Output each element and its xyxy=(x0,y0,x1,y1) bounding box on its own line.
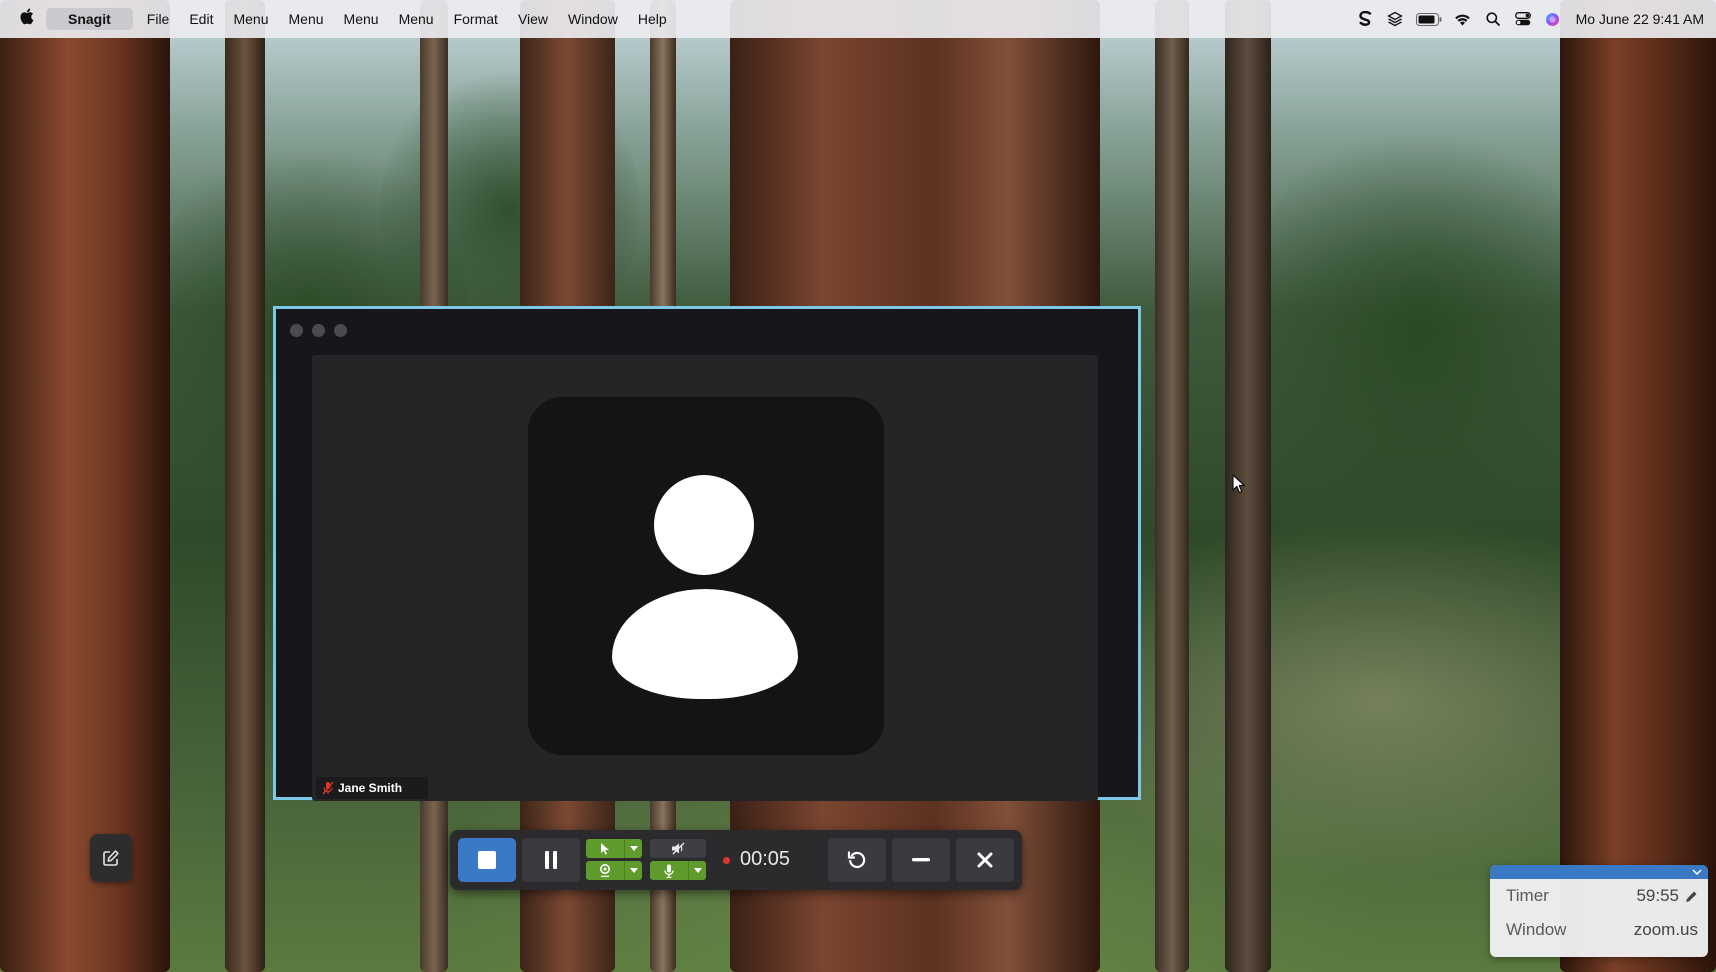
restart-recording-button[interactable] xyxy=(828,838,886,882)
wifi-icon[interactable] xyxy=(1448,13,1478,26)
battery-icon[interactable] xyxy=(1410,12,1448,26)
mic-muted-icon xyxy=(322,781,334,795)
chevron-down-icon xyxy=(629,868,638,873)
menu-generic-4[interactable]: Menu xyxy=(389,8,444,30)
participant-avatar-tile xyxy=(528,397,884,755)
menu-window[interactable]: Window xyxy=(558,8,628,30)
avatar-head xyxy=(654,475,754,575)
webcam-icon xyxy=(600,864,610,877)
microphone-toggle[interactable] xyxy=(650,861,706,880)
timer-label: Timer xyxy=(1506,886,1549,905)
cursor-options-dropdown[interactable] xyxy=(624,839,642,858)
pause-icon xyxy=(545,851,557,869)
menu-file[interactable]: File xyxy=(137,8,180,30)
chevron-down-icon xyxy=(629,846,638,851)
close-icon xyxy=(977,852,993,868)
search-icon[interactable] xyxy=(1478,12,1508,26)
system-audio-muted-icon xyxy=(672,842,685,855)
menu-generic-2[interactable]: Menu xyxy=(279,8,334,30)
stop-recording-button[interactable] xyxy=(458,838,516,882)
minus-icon xyxy=(912,858,930,862)
timer-widget-header[interactable] xyxy=(1490,865,1708,879)
video-pane: Jane Smith xyxy=(312,355,1098,801)
system-audio-toggle[interactable] xyxy=(650,839,706,858)
chevron-down-icon xyxy=(693,868,702,873)
microphone-options-dropdown[interactable] xyxy=(688,861,706,880)
menu-bar: Snagit File Edit Menu Menu Menu Menu For… xyxy=(0,0,1716,38)
recording-selection-frame: Jane Smith xyxy=(273,306,1141,801)
menu-app-snagit[interactable]: Snagit xyxy=(46,8,133,30)
edit-icon xyxy=(103,850,119,866)
minimize-toolbar-button[interactable] xyxy=(892,838,950,882)
chevron-down-icon[interactable] xyxy=(1692,869,1702,875)
timer-widget: Timer 59:55 Window zoom.us xyxy=(1490,865,1708,957)
menu-view[interactable]: View xyxy=(508,8,558,30)
window-row: Window zoom.us xyxy=(1490,913,1708,947)
menu-help[interactable]: Help xyxy=(628,8,677,30)
timer-value: 59:55 xyxy=(1636,886,1679,905)
apple-menu-icon[interactable] xyxy=(12,8,40,30)
recording-toolbar: 00:05 xyxy=(450,830,1022,890)
siri-icon[interactable] xyxy=(1538,12,1568,27)
cursor-capture-toggle[interactable] xyxy=(586,839,642,858)
restart-icon xyxy=(847,851,866,869)
pause-recording-button[interactable] xyxy=(522,838,580,882)
open-editor-button[interactable] xyxy=(90,834,132,882)
menu-generic-1[interactable]: Menu xyxy=(223,8,278,30)
webcam-toggle[interactable] xyxy=(586,861,642,880)
menu-bar-clock[interactable]: Mo June 22 9:41 AM xyxy=(1576,11,1704,27)
window-minimize-dot[interactable] xyxy=(312,324,325,337)
layers-icon[interactable] xyxy=(1380,11,1410,27)
window-zoom-dot[interactable] xyxy=(334,324,347,337)
cancel-recording-button[interactable] xyxy=(956,838,1014,882)
window-value: zoom.us xyxy=(1633,920,1698,939)
stop-icon xyxy=(478,851,496,869)
window-controls xyxy=(290,324,347,337)
mouse-pointer-icon xyxy=(1232,474,1246,499)
webcam-options-dropdown[interactable] xyxy=(624,861,642,880)
menu-format[interactable]: Format xyxy=(444,8,508,30)
menu-generic-3[interactable]: Menu xyxy=(334,8,389,30)
timer-row: Timer 59:55 xyxy=(1490,879,1708,913)
control-center-icon[interactable] xyxy=(1508,12,1538,26)
microphone-icon xyxy=(664,864,674,878)
snagit-icon[interactable] xyxy=(1350,11,1380,27)
recording-indicator-icon xyxy=(723,857,730,864)
participant-name-tag: Jane Smith xyxy=(316,777,429,799)
recording-elapsed-time: 00:05 xyxy=(740,848,791,870)
window-label: Window xyxy=(1506,920,1567,939)
pencil-icon[interactable] xyxy=(1685,890,1698,903)
participant-name: Jane Smith xyxy=(338,781,403,795)
menu-edit[interactable]: Edit xyxy=(179,8,223,30)
window-close-dot[interactable] xyxy=(290,324,303,337)
cursor-icon xyxy=(601,843,609,855)
avatar-body xyxy=(612,589,798,699)
